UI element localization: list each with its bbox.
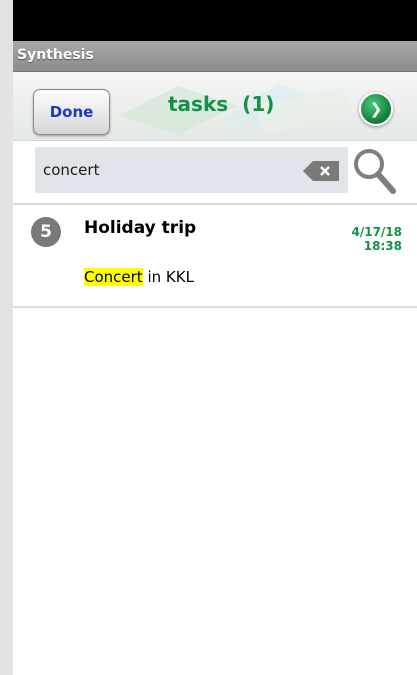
task-title: Holiday trip [84,218,197,238]
task-note: Concert in KKL [84,268,194,286]
search-input[interactable] [35,147,348,193]
app-frame: Synthesis Done tasks (1) ❯ 5 Holiday trip [13,0,417,675]
search-row [13,141,417,203]
next-button[interactable]: ❯ [359,92,393,126]
status-bar [13,0,417,41]
priority-badge: 5 [31,217,61,247]
magnifier-icon[interactable] [351,146,397,196]
app-title: Synthesis [17,47,94,63]
search-highlight: Concert [84,268,143,286]
title-text: tasks [168,92,229,116]
done-button[interactable]: Done [33,89,110,135]
task-row[interactable]: 5 Holiday trip 4/17/18 18:38 Concert in … [13,205,417,308]
backspace-clear-icon[interactable] [303,161,339,181]
task-time: 18:38 [363,239,402,253]
task-count: (1) [242,92,275,116]
tasks-header: Done tasks (1) ❯ [13,72,417,141]
task-note-rest: in KKL [142,268,194,286]
task-datetime: 4/17/18 18:38 [351,225,402,253]
page-title: tasks (1) [168,92,274,116]
app-title-bar: Synthesis [13,41,417,72]
arrow-right-circle-icon: ❯ [369,100,383,118]
task-date: 4/17/18 [351,225,402,239]
